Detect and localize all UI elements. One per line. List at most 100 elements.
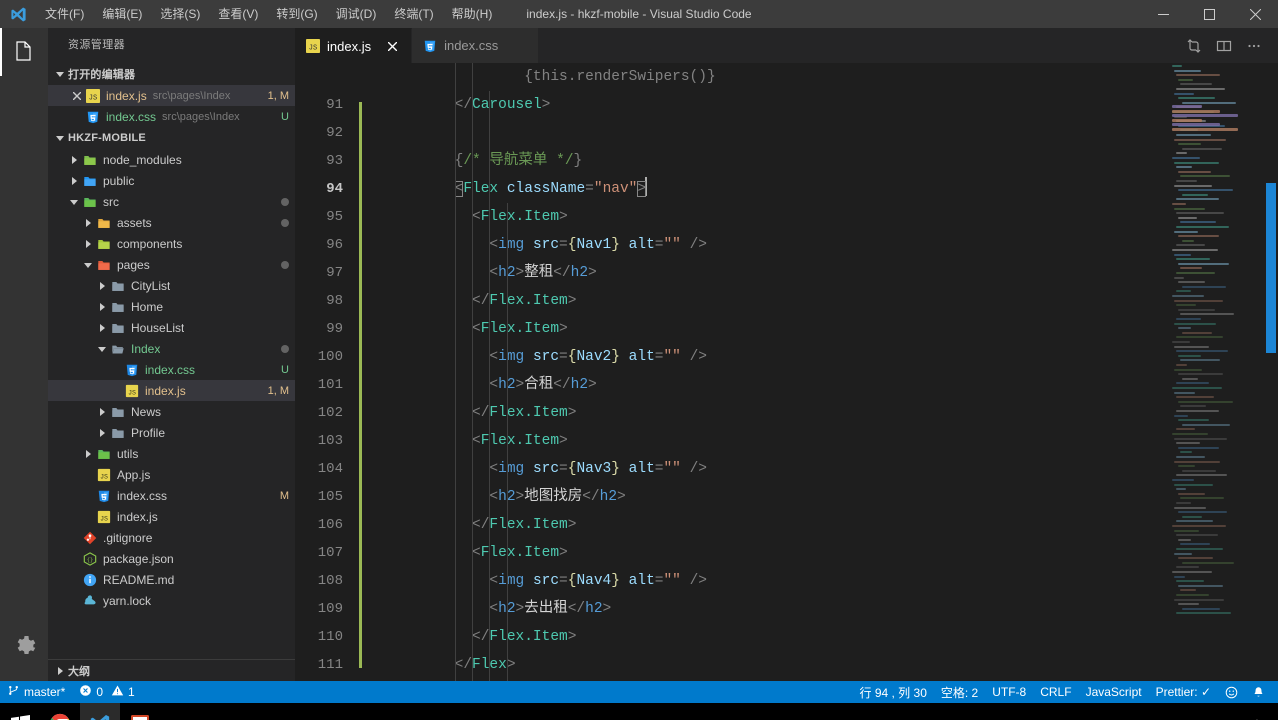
menu-terminal[interactable]: 终端(T) [385, 0, 442, 28]
code-line[interactable]: <img src={Nav3} alt="" /> [375, 455, 1168, 483]
tree-item-components[interactable]: components [48, 233, 295, 254]
code-line[interactable]: {this.renderSwipers()} [375, 63, 1168, 91]
tree-item-index-js[interactable]: JS index.js 1, M [48, 380, 295, 401]
minimap-line [1176, 382, 1209, 385]
open-editor-index-css[interactable]: index.css src\pages\Index U [48, 106, 295, 127]
start-button[interactable] [0, 703, 40, 720]
open-editor-index-js[interactable]: JS index.js src\pages\Index 1, M [48, 85, 295, 106]
eol-status[interactable]: CRLF [1033, 681, 1078, 703]
minimap-line [1176, 520, 1213, 523]
menu-edit[interactable]: 编辑(E) [93, 0, 151, 28]
language-mode-status[interactable]: JavaScript [1079, 681, 1149, 703]
tree-item-index[interactable]: Index [48, 338, 295, 359]
code-line[interactable]: <Flex.Item> [375, 539, 1168, 567]
tree-item-citylist[interactable]: CityList [48, 275, 295, 296]
tree-item-houselist[interactable]: HouseList [48, 317, 295, 338]
indentation-status[interactable]: 空格: 2 [934, 681, 985, 703]
code-line[interactable]: </Flex.Item> [375, 511, 1168, 539]
line-number: 109 [317, 601, 343, 617]
code-line[interactable]: <Flex className="nav"> [375, 175, 1168, 203]
code-line[interactable]: <h2>整租</h2> [375, 259, 1168, 287]
close-button[interactable] [1232, 0, 1278, 28]
tree-item-app-js[interactable]: JS App.js [48, 464, 295, 485]
tree-item-pages[interactable]: pages [48, 254, 295, 275]
code-line[interactable]: </Flex> [375, 651, 1168, 679]
vscode-taskbar[interactable] [80, 703, 120, 720]
feedback-smiley-icon[interactable] [1218, 681, 1245, 703]
problems-status[interactable]: 0 1 [72, 681, 141, 703]
minimap-line [1176, 336, 1223, 339]
notifications-bell-icon[interactable] [1245, 681, 1272, 703]
tree-item-node-modules[interactable]: node_modules [48, 149, 295, 170]
encoding-status[interactable]: UTF-8 [985, 681, 1033, 703]
split-editor-icon[interactable] [1210, 32, 1238, 60]
code-line[interactable]: <Flex.Item> [375, 427, 1168, 455]
code-line[interactable] [375, 119, 1168, 147]
window-controls[interactable] [1140, 0, 1278, 28]
tree-item-src[interactable]: src [48, 191, 295, 212]
menu-view[interactable]: 查看(V) [209, 0, 267, 28]
code-line[interactable]: <h2>地图找房</h2> [375, 483, 1168, 511]
more-actions-icon[interactable] [1240, 32, 1268, 60]
maximize-button[interactable] [1186, 0, 1232, 28]
code-line[interactable]: <Flex.Item> [375, 203, 1168, 231]
code-area[interactable]: 9091929394959697989910010110210310410510… [295, 63, 1278, 681]
tree-item-package-json[interactable]: {} package.json [48, 548, 295, 569]
git-branch-status[interactable]: master* [0, 681, 72, 703]
outline-section[interactable]: 大纲 [48, 659, 295, 681]
tree-item-profile[interactable]: Profile [48, 422, 295, 443]
close-icon[interactable] [510, 37, 528, 55]
tab-index-css[interactable]: index.css [412, 28, 540, 63]
code-line[interactable]: <img src={Nav4} alt="" /> [375, 567, 1168, 595]
menu-go[interactable]: 转到(G) [267, 0, 326, 28]
file-tree: node_modules public src assets components pag… [48, 149, 295, 611]
minimap-line [1182, 239, 1194, 242]
code-line[interactable]: </Flex.Item> [375, 623, 1168, 651]
code-line[interactable]: <img src={Nav1} alt="" /> [375, 231, 1168, 259]
ime-indicator[interactable]: 中 [1242, 703, 1272, 720]
tree-item-public[interactable]: public [48, 170, 295, 191]
code-line[interactable]: </Carousel> [375, 91, 1168, 119]
prettier-status[interactable]: Prettier: ✓ [1149, 681, 1218, 703]
open-changes-icon[interactable] [1180, 32, 1208, 60]
tab-index-js[interactable]: JS index.js [295, 28, 413, 63]
tree-item-index-css[interactable]: index.css U [48, 359, 295, 380]
code-line[interactable]: {/* 导航菜单 */} [375, 147, 1168, 175]
minimap[interactable] [1168, 63, 1264, 681]
close-icon[interactable] [70, 89, 84, 103]
code-line[interactable]: <h2>去出租</h2> [375, 595, 1168, 623]
menu-file[interactable]: 文件(F) [36, 0, 93, 28]
tree-item-assets[interactable]: assets [48, 212, 295, 233]
activitybar-settings[interactable] [0, 623, 48, 671]
tray-expand-icon[interactable]: ^ [1218, 703, 1242, 720]
menu-help[interactable]: 帮助(H) [443, 0, 502, 28]
code-line[interactable]: <h2>合租</h2> [375, 371, 1168, 399]
scrollbar-thumb[interactable] [1266, 183, 1276, 353]
cursor-position-status[interactable]: 行 94 , 列 30 [853, 681, 934, 703]
project-header[interactable]: HKZF-MOBILE [48, 127, 295, 149]
open-editors-header[interactable]: 打开的编辑器 [48, 63, 295, 85]
tree-item-readme-md[interactable]: README.md [48, 569, 295, 590]
code-line[interactable]: </Flex.Item> [375, 399, 1168, 427]
tree-item-news[interactable]: News [48, 401, 295, 422]
code-content[interactable]: {this.renderSwipers()} </Carousel> {/* 导… [375, 63, 1168, 681]
line-number: 104 [317, 461, 343, 477]
tree-item-home[interactable]: Home [48, 296, 295, 317]
tree-item-utils[interactable]: utils [48, 443, 295, 464]
powerpoint-taskbar[interactable]: P [120, 703, 160, 720]
activitybar-explorer[interactable] [0, 28, 48, 76]
menu-bar[interactable]: 文件(F) 编辑(E) 选择(S) 查看(V) 转到(G) 调试(D) 终端(T… [36, 0, 501, 28]
menu-selection[interactable]: 选择(S) [151, 0, 209, 28]
code-line[interactable]: <Flex.Item> [375, 315, 1168, 343]
tree-item-index-js[interactable]: JS index.js [48, 506, 295, 527]
close-icon[interactable] [383, 37, 401, 55]
menu-debug[interactable]: 调试(D) [327, 0, 386, 28]
code-line[interactable]: </Flex.Item> [375, 287, 1168, 315]
code-line[interactable]: <img src={Nav2} alt="" /> [375, 343, 1168, 371]
tree-item-gitignore[interactable]: .gitignore [48, 527, 295, 548]
tree-item-yarn-lock[interactable]: yarn.lock [48, 590, 295, 611]
tree-item-index-css[interactable]: index.css M [48, 485, 295, 506]
editor-scrollbar[interactable] [1264, 63, 1278, 681]
minimize-button[interactable] [1140, 0, 1186, 28]
chrome-taskbar[interactable] [40, 703, 80, 720]
